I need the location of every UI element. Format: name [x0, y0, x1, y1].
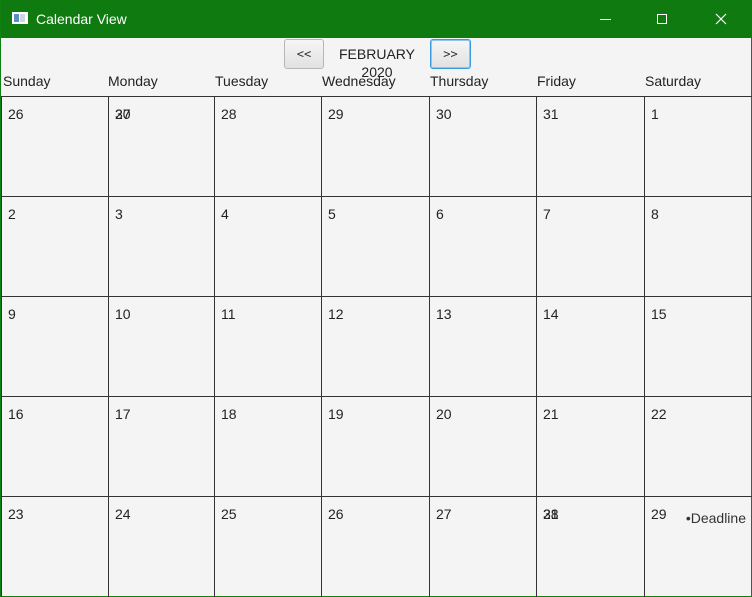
- day-cell[interactable]: 30: [429, 96, 536, 196]
- day-number: 6: [436, 206, 444, 222]
- day-number: 20: [436, 406, 452, 422]
- day-number: 9: [8, 306, 16, 322]
- day-cell[interactable]: 22: [644, 396, 752, 496]
- day-name-friday: Friday: [537, 73, 576, 89]
- day-cell[interactable]: 9: [1, 296, 108, 396]
- day-cell[interactable]: 7: [536, 196, 644, 296]
- day-cell[interactable]: 11: [214, 296, 321, 396]
- day-cell[interactable]: 26: [1, 96, 108, 196]
- window-title: Calendar View: [36, 11, 127, 27]
- day-number: 15: [651, 306, 667, 322]
- day-number: 1: [651, 106, 659, 122]
- day-number: 2: [8, 206, 16, 222]
- day-number: 29: [328, 106, 344, 122]
- day-cell[interactable]: 13: [429, 296, 536, 396]
- day-cell[interactable]: 10: [108, 296, 214, 396]
- day-cell[interactable]: 29: [321, 96, 429, 196]
- day-cell[interactable]: 5: [321, 196, 429, 296]
- day-cell[interactable]: 25: [214, 496, 321, 597]
- calendar-grid: 26 27 30 28 29 30 31 1 2 3 4 5 6 7 8 9 10 11 12 13 14 15 16 17 1…: [1, 96, 752, 597]
- day-cell[interactable]: 31: [536, 96, 644, 196]
- day-cell[interactable]: 24: [108, 496, 214, 597]
- day-name-thursday: Thursday: [430, 73, 489, 89]
- overlapping-day-number: 30: [115, 106, 131, 122]
- day-name-saturday: Saturday: [645, 73, 702, 89]
- day-cell[interactable]: 8: [644, 196, 752, 296]
- title-bar[interactable]: Calendar View: [1, 0, 752, 38]
- day-name-tuesday: Tuesday: [215, 73, 269, 89]
- next-month-button[interactable]: >>: [430, 39, 471, 69]
- maximize-icon: [657, 14, 667, 24]
- close-button[interactable]: [698, 0, 744, 38]
- event-label[interactable]: •Deadline: [686, 509, 746, 527]
- day-cell[interactable]: 15: [644, 296, 752, 396]
- day-number: 26: [328, 506, 344, 522]
- day-cell[interactable]: 14: [536, 296, 644, 396]
- day-cell[interactable]: 21: [536, 396, 644, 496]
- minimize-icon: [599, 19, 611, 20]
- day-cell[interactable]: 28 31: [536, 496, 644, 597]
- calendar-window: Calendar View << FEBRUARY 2020 >> Sunday…: [0, 0, 752, 597]
- day-number: 25: [221, 506, 237, 522]
- day-number: 30: [436, 106, 452, 122]
- day-cell[interactable]: 26: [321, 496, 429, 597]
- day-cell[interactable]: 20: [429, 396, 536, 496]
- day-number: 17: [115, 406, 131, 422]
- overlapping-day-number: 31: [543, 506, 559, 522]
- day-cell[interactable]: 1: [644, 96, 752, 196]
- day-number: 19: [328, 406, 344, 422]
- day-number: 11: [221, 306, 236, 322]
- day-name-monday: Monday: [108, 73, 158, 89]
- day-cell[interactable]: 2: [1, 196, 108, 296]
- day-cell[interactable]: 16: [1, 396, 108, 496]
- day-number: 3: [115, 206, 123, 222]
- day-number: 7: [543, 206, 551, 222]
- day-number: 18: [221, 406, 237, 422]
- day-number: 13: [436, 306, 452, 322]
- day-number: 29: [651, 506, 667, 522]
- previous-month-button[interactable]: <<: [284, 39, 324, 69]
- day-cell[interactable]: 6: [429, 196, 536, 296]
- day-cell[interactable]: 3: [108, 196, 214, 296]
- day-cell[interactable]: 4: [214, 196, 321, 296]
- day-number: 22: [651, 406, 667, 422]
- day-number: 14: [543, 306, 559, 322]
- maximize-button[interactable]: [639, 0, 685, 38]
- day-name-sunday: Sunday: [3, 73, 51, 89]
- app-window-icon: [12, 12, 28, 24]
- day-number: 26: [8, 106, 24, 122]
- day-cell[interactable]: 23: [1, 496, 108, 597]
- day-name-wednesday: Wednesday: [322, 73, 396, 89]
- day-cell[interactable]: 18: [214, 396, 321, 496]
- day-number: 27: [436, 506, 452, 522]
- day-cell[interactable]: 27: [429, 496, 536, 597]
- day-number: 28: [221, 106, 237, 122]
- day-number: 24: [115, 506, 131, 522]
- day-number: 31: [543, 106, 559, 122]
- day-number: 23: [8, 506, 24, 522]
- day-number: 10: [115, 306, 131, 322]
- day-number: 16: [8, 406, 24, 422]
- day-cell[interactable]: 19: [321, 396, 429, 496]
- minimize-button[interactable]: [582, 0, 628, 38]
- day-number: 21: [543, 406, 559, 422]
- day-cell[interactable]: 12: [321, 296, 429, 396]
- day-cell[interactable]: 27 30: [108, 96, 214, 196]
- day-cell[interactable]: 17: [108, 396, 214, 496]
- day-cell[interactable]: 29 •Deadline: [644, 496, 752, 597]
- day-number: 5: [328, 206, 336, 222]
- day-cell[interactable]: 28: [214, 96, 321, 196]
- day-number: 4: [221, 206, 229, 222]
- day-number: 12: [328, 306, 344, 322]
- day-number: 8: [651, 206, 659, 222]
- close-icon: [715, 13, 727, 25]
